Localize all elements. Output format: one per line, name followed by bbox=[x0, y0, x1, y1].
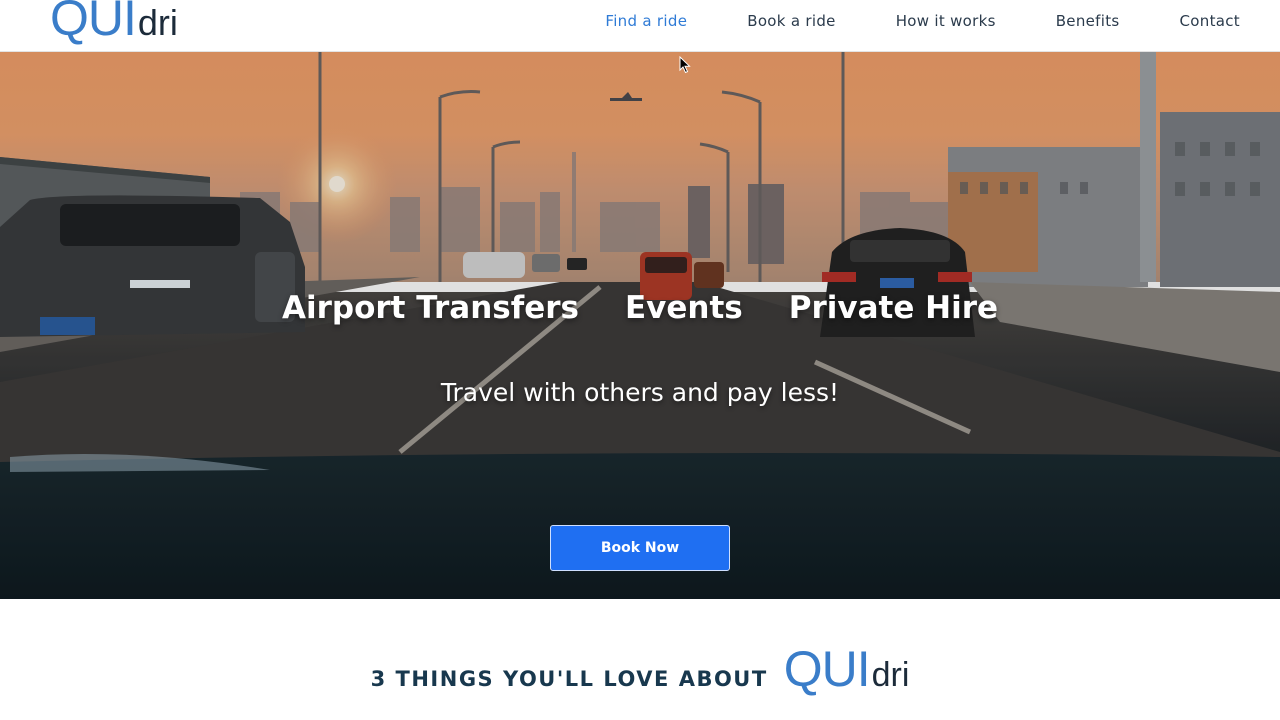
hero-services-heading: Airport Transfers Events Private Hire bbox=[0, 290, 1280, 326]
logo-qui-text: QUI bbox=[50, 0, 137, 46]
nav-find-a-ride[interactable]: Find a ride bbox=[605, 12, 687, 30]
hero-section: Airport Transfers Events Private Hire Tr… bbox=[0, 52, 1280, 599]
nav-how-it-works[interactable]: How it works bbox=[896, 12, 996, 30]
nav-book-a-ride[interactable]: Book a ride bbox=[747, 12, 835, 30]
site-header: QUIdri Find a ride Book a ride How it wo… bbox=[0, 0, 1280, 52]
service-airport-transfers: Airport Transfers bbox=[281, 290, 579, 326]
service-events: Events bbox=[624, 290, 743, 326]
benefits-title-text: 3 THINGS YOU'LL LOVE ABOUT bbox=[370, 667, 768, 691]
service-private-hire: Private Hire bbox=[788, 290, 999, 326]
nav-benefits[interactable]: Benefits bbox=[1056, 12, 1120, 30]
nav-contact[interactable]: Contact bbox=[1180, 12, 1240, 30]
book-now-button[interactable]: Book Now bbox=[550, 525, 730, 571]
hero-tagline: Travel with others and pay less! bbox=[440, 378, 840, 407]
brand-logo[interactable]: QUIdri bbox=[50, 0, 178, 44]
mouse-cursor-icon bbox=[679, 56, 691, 74]
benefits-logo-qui: QUI bbox=[783, 641, 871, 697]
benefits-logo-dri: dri bbox=[871, 656, 910, 694]
main-nav: Find a ride Book a ride How it works Ben… bbox=[545, 0, 1240, 42]
logo-dri-text: dri bbox=[137, 2, 178, 43]
benefits-section-title: 3 THINGS YOU'LL LOVE ABOUT QUI dri bbox=[0, 640, 1280, 698]
